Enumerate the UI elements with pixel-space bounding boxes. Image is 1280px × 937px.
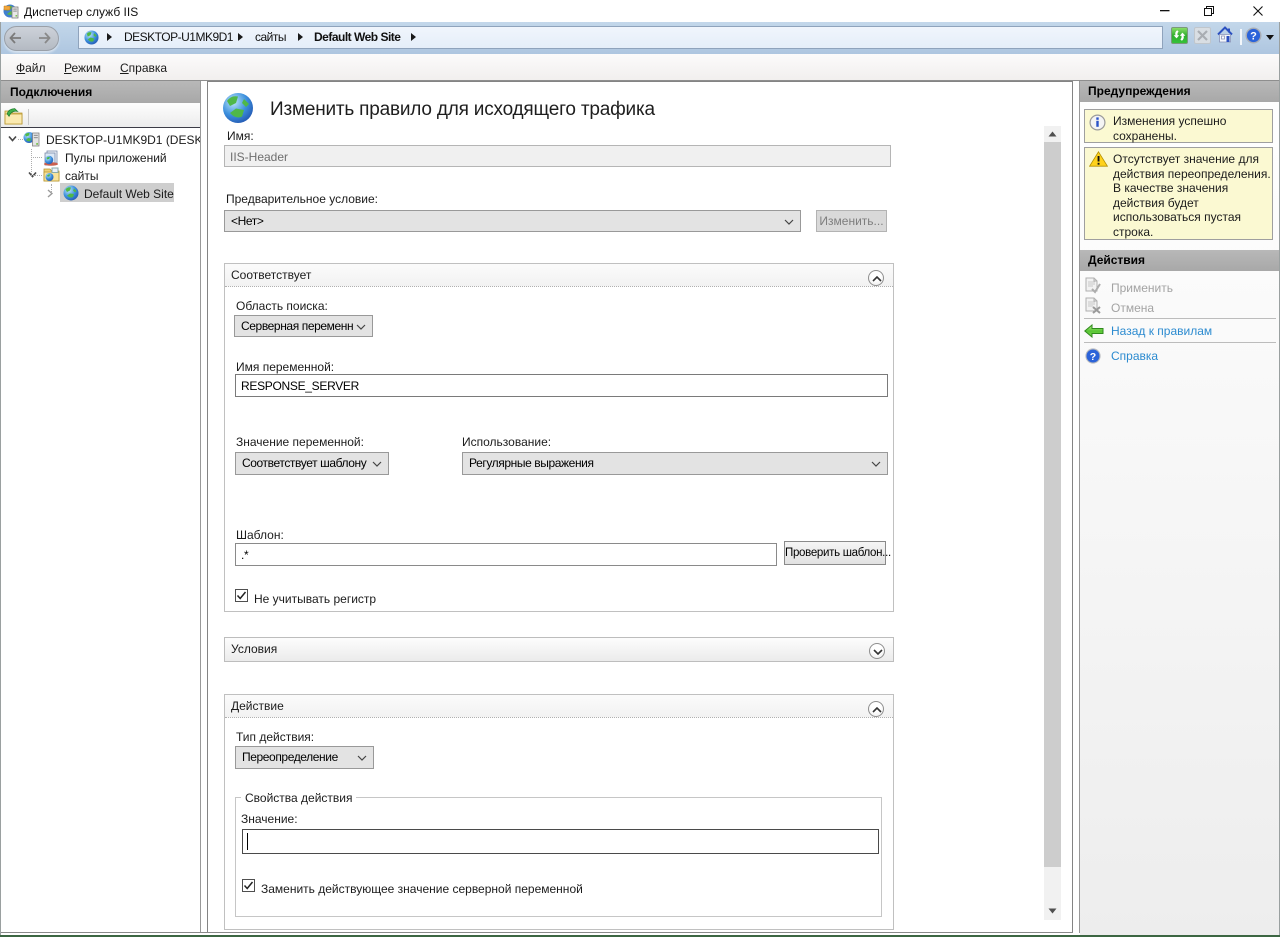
svg-text:?: ? (1090, 351, 1096, 363)
svg-text:?: ? (1250, 31, 1257, 43)
